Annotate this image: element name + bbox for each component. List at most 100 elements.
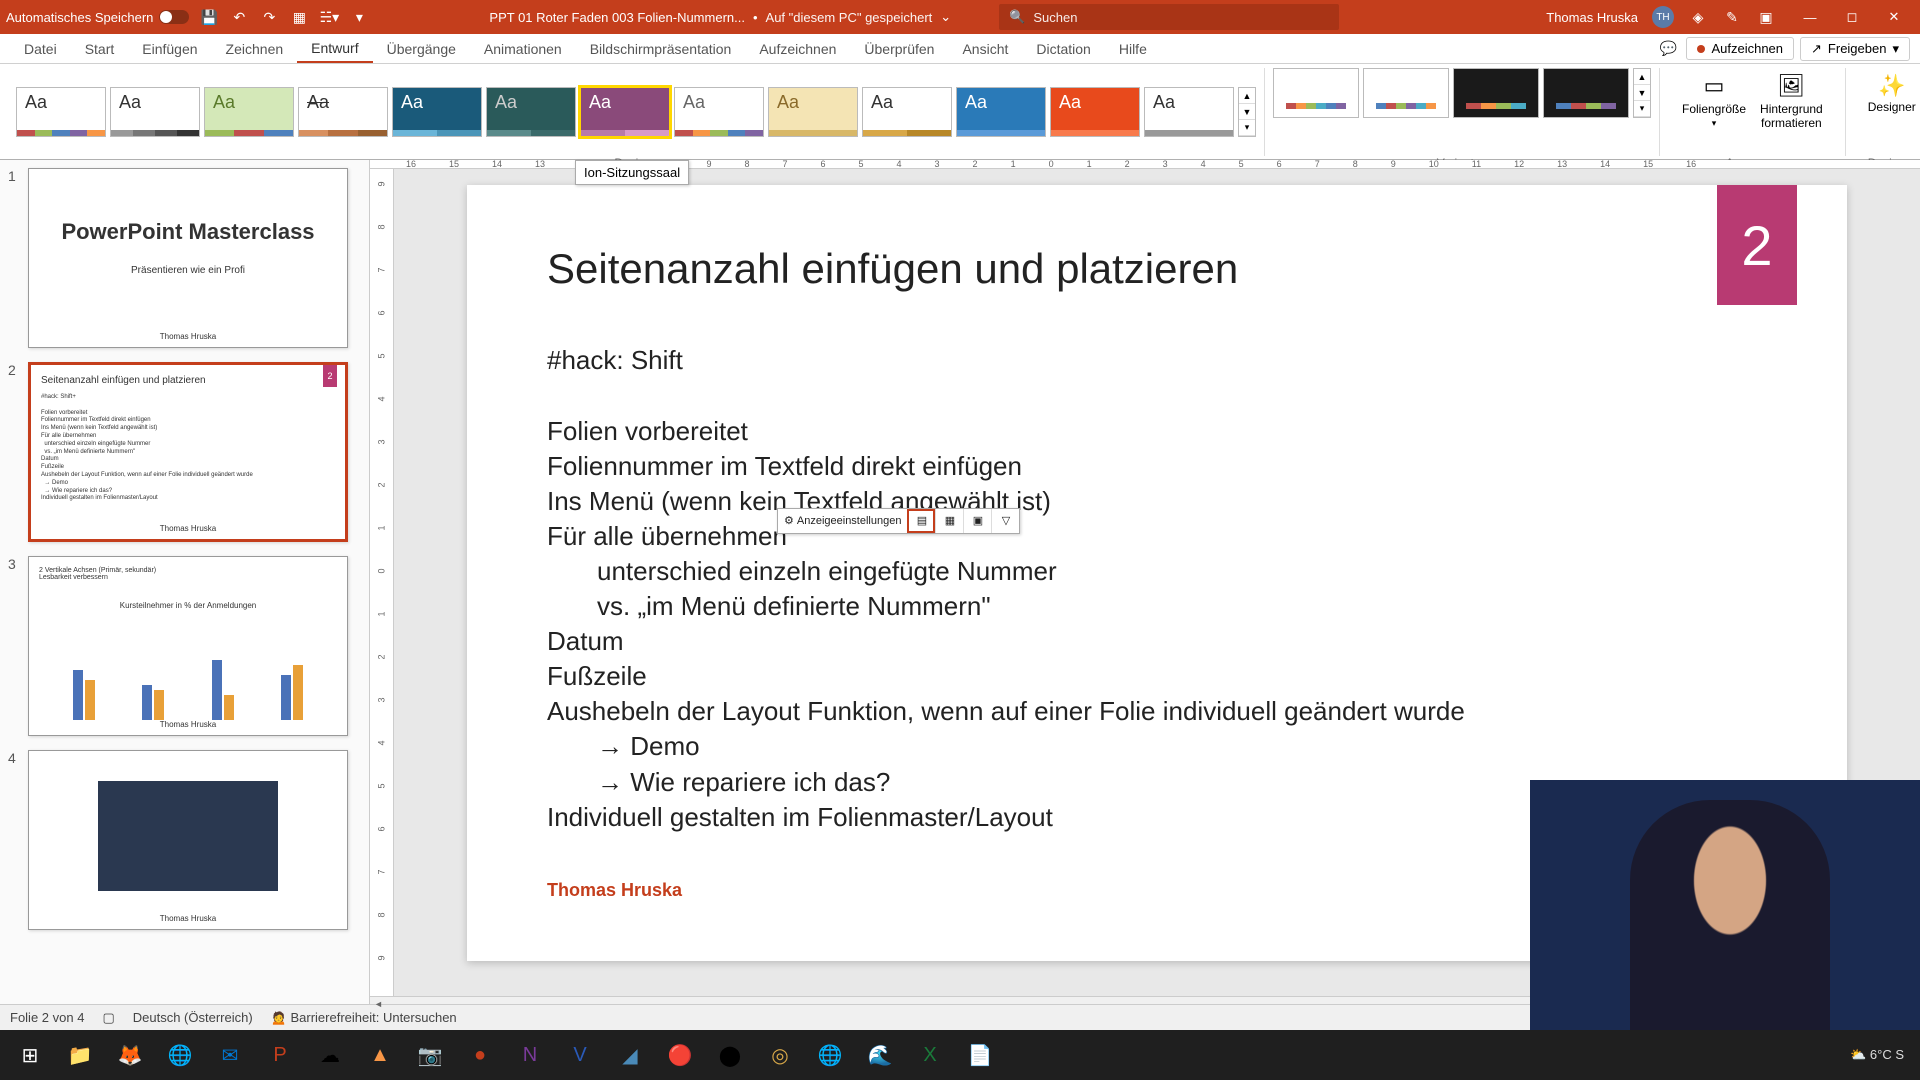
vlc-icon[interactable]: ▲ (356, 1033, 404, 1077)
tab-aufzeichnen[interactable]: Aufzeichnen (745, 34, 850, 63)
obs-icon[interactable]: ⬤ (706, 1033, 754, 1077)
gallery-scroll[interactable]: ▲ ▼ ▾ (1238, 87, 1256, 137)
slide-size-button[interactable]: ▭ Foliengröße ▾ (1682, 72, 1746, 130)
scroll-down-icon[interactable]: ▼ (1239, 104, 1255, 120)
design-theme-2[interactable]: Aa (110, 87, 200, 137)
window-mode-icon[interactable]: ▣ (1756, 7, 1776, 27)
view-slideshow-icon[interactable]: ▽ (991, 509, 1019, 533)
format-background-button[interactable]: 🖼 Hintergrund formatieren (1760, 72, 1823, 130)
tab-einfuegen[interactable]: Einfügen (128, 34, 211, 63)
variant-1[interactable] (1273, 68, 1359, 118)
slide-body[interactable]: #hack: Shift ⚙Anzeigeeinstellungen ▤ ▦ ▣… (547, 343, 1767, 834)
tab-ueberpruefen[interactable]: Überprüfen (850, 34, 948, 63)
design-theme-5[interactable]: Aa (392, 87, 482, 137)
undo-icon[interactable]: ↶ (229, 7, 249, 27)
designer-button[interactable]: ✨ Designer (1854, 68, 1920, 118)
design-theme-10[interactable]: Aa (862, 87, 952, 137)
app-icon-7[interactable]: 🌐 (806, 1033, 854, 1077)
autosave-toggle[interactable]: Automatisches Speichern (6, 10, 189, 25)
app-icon-5[interactable]: 🔴 (656, 1033, 704, 1077)
tab-animationen[interactable]: Animationen (470, 34, 576, 63)
webcam-overlay (1530, 780, 1920, 1030)
chevron-down-icon[interactable]: ⌄ (940, 9, 951, 25)
tab-bildschirmpraesentation[interactable]: Bildschirmpräsentation (576, 34, 746, 63)
design-theme-13[interactable]: Aa (1144, 87, 1234, 137)
file-explorer-icon[interactable]: 📁 (56, 1033, 104, 1077)
view-normal-icon[interactable]: ▤ (907, 509, 935, 533)
close-button[interactable]: ✕ (1874, 3, 1914, 31)
accessibility-check[interactable]: 🙍 Barrierefreiheit: Untersuchen (271, 1010, 457, 1026)
view-reading-icon[interactable]: ▣ (963, 509, 991, 533)
toggle-switch-icon[interactable] (159, 10, 189, 24)
design-theme-12[interactable]: Aa (1050, 87, 1140, 137)
slide-thumb-2[interactable]: Seitenanzahl einfügen und platzieren #ha… (28, 362, 348, 542)
minimize-button[interactable]: — (1790, 3, 1830, 31)
tab-uebergaenge[interactable]: Übergänge (373, 34, 470, 63)
app-icon-3[interactable]: ● (456, 1033, 504, 1077)
tab-hilfe[interactable]: Hilfe (1105, 34, 1161, 63)
tab-start[interactable]: Start (71, 34, 129, 63)
search-box[interactable]: 🔍 (999, 4, 1339, 30)
app-icon-2[interactable]: 📷 (406, 1033, 454, 1077)
design-theme-11[interactable]: Aa (956, 87, 1046, 137)
draw-icon[interactable]: ✎ (1722, 7, 1742, 27)
onenote-icon[interactable]: N (506, 1033, 554, 1077)
variant-scroll[interactable]: ▲ ▼ ▾ (1633, 68, 1651, 118)
maximize-button[interactable]: ◻ (1832, 3, 1872, 31)
scroll-more-icon[interactable]: ▾ (1634, 101, 1650, 117)
tab-entwurf[interactable]: Entwurf (297, 34, 372, 63)
slide-thumb-1[interactable]: PowerPoint Masterclass Präsentieren wie … (28, 168, 348, 348)
language-status[interactable]: Deutsch (Österreich) (133, 1010, 253, 1025)
variant-4[interactable] (1543, 68, 1629, 118)
tab-datei[interactable]: Datei (10, 34, 71, 63)
user-name: Thomas Hruska (1546, 10, 1638, 25)
app-icon-8[interactable]: 📄 (956, 1033, 1004, 1077)
slide-number-4: 4 (8, 750, 20, 930)
record-button[interactable]: Aufzeichnen (1686, 37, 1794, 60)
edge-icon[interactable]: 🌊 (856, 1033, 904, 1077)
app-icon-4[interactable]: ◢ (606, 1033, 654, 1077)
weather-widget[interactable]: ⛅ 6°C S (1850, 1047, 1904, 1063)
scroll-down-icon[interactable]: ▼ (1634, 85, 1650, 101)
variant-2[interactable] (1363, 68, 1449, 118)
chrome-icon[interactable]: 🌐 (156, 1033, 204, 1077)
tab-zeichnen[interactable]: Zeichnen (212, 34, 298, 63)
excel-icon[interactable]: X (906, 1033, 954, 1077)
touch-mode-icon[interactable]: ☵▾ (319, 7, 339, 27)
search-input[interactable] (1033, 10, 1329, 25)
presentation-icon[interactable]: ▦ (289, 7, 309, 27)
start-button[interactable]: ⊞ (6, 1033, 54, 1077)
comments-icon[interactable]: 💬 (1656, 37, 1680, 61)
app-icon-6[interactable]: ◎ (756, 1033, 804, 1077)
design-theme-1[interactable]: Aa (16, 87, 106, 137)
design-theme-4[interactable]: Aa (298, 87, 388, 137)
design-theme-3[interactable]: Aa (204, 87, 294, 137)
coming-soon-icon[interactable]: ◈ (1688, 7, 1708, 27)
design-theme-6[interactable]: Aa (486, 87, 576, 137)
outlook-icon[interactable]: ✉ (206, 1033, 254, 1077)
scroll-up-icon[interactable]: ▲ (1634, 69, 1650, 85)
slide-thumb-3[interactable]: 2 Vertikale Achsen (Primär, sekundär)Les… (28, 556, 348, 736)
tab-ansicht[interactable]: Ansicht (948, 34, 1022, 63)
visio-icon[interactable]: V (556, 1033, 604, 1077)
share-button[interactable]: ↗Freigeben▾ (1800, 37, 1910, 61)
scroll-up-icon[interactable]: ▲ (1239, 88, 1255, 104)
variant-3[interactable] (1453, 68, 1539, 118)
design-theme-8[interactable]: Aa (674, 87, 764, 137)
save-icon[interactable]: 💾 (199, 7, 219, 27)
slide-title[interactable]: Seitenanzahl einfügen und platzieren (547, 245, 1767, 293)
user-avatar[interactable]: TH (1652, 6, 1674, 28)
slide-thumb-4[interactable]: Thomas Hruska (28, 750, 348, 930)
powerpoint-icon[interactable]: P (256, 1033, 304, 1077)
tab-dictation[interactable]: Dictation (1022, 34, 1104, 63)
firefox-icon[interactable]: 🦊 (106, 1033, 154, 1077)
app-icon-1[interactable]: ☁ (306, 1033, 354, 1077)
view-sorter-icon[interactable]: ▦ (935, 509, 963, 533)
scroll-more-icon[interactable]: ▾ (1239, 120, 1255, 136)
slide-counter[interactable]: Folie 2 von 4 (10, 1010, 84, 1025)
redo-icon[interactable]: ↷ (259, 7, 279, 27)
display-settings-label[interactable]: ⚙Anzeigeeinstellungen (778, 509, 907, 533)
qat-more-icon[interactable]: ▾ (349, 7, 369, 27)
design-theme-7-highlighted[interactable]: Aa (580, 87, 670, 137)
design-theme-9[interactable]: Aa (768, 87, 858, 137)
